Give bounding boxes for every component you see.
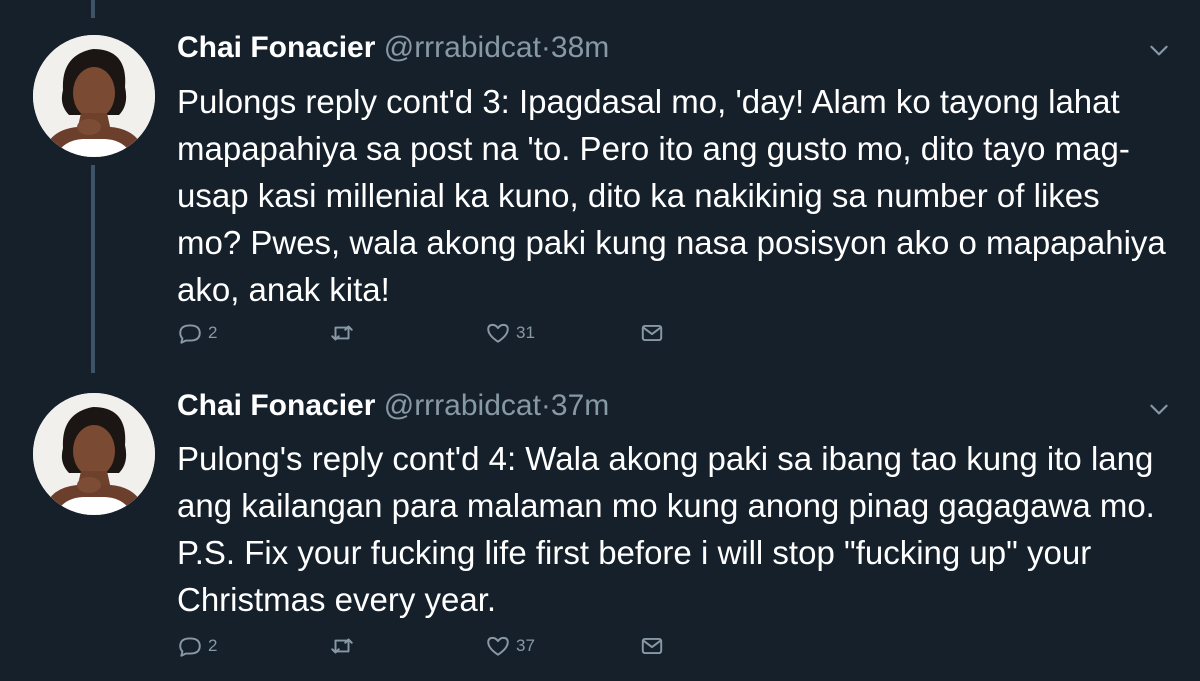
separator-dot: · xyxy=(540,31,551,64)
like-count: 37 xyxy=(516,636,535,655)
tweet[interactable]: Chai Fonacier @rrrabidcat·38m Pulongs re… xyxy=(0,0,1200,380)
like-count: 31 xyxy=(516,323,535,342)
retweet-button[interactable] xyxy=(329,320,360,346)
envelope-icon xyxy=(641,324,663,342)
heart-icon xyxy=(487,636,509,656)
reply-button[interactable]: 2 xyxy=(177,633,217,659)
like-button[interactable]: 31 xyxy=(485,320,535,346)
reply-icon xyxy=(179,637,201,657)
tweet-actions: 2 37 xyxy=(177,633,697,663)
tweet-header: Chai Fonacier @rrrabidcat·37m xyxy=(177,388,609,424)
display-name[interactable]: Chai Fonacier xyxy=(177,31,375,64)
direct-message-button[interactable] xyxy=(639,633,665,659)
chevron-down-icon[interactable] xyxy=(1146,37,1172,63)
retweet-button[interactable] xyxy=(329,633,360,659)
envelope-icon xyxy=(641,637,663,655)
retweet-icon xyxy=(331,638,353,654)
reply-button[interactable]: 2 xyxy=(177,320,217,346)
tweet-text: Pulong's reply cont'd 4: Wala akong paki… xyxy=(177,440,1155,618)
like-button[interactable]: 37 xyxy=(485,633,535,659)
display-name[interactable]: Chai Fonacier xyxy=(177,389,375,422)
tweet-header: Chai Fonacier @rrrabidcat·38m xyxy=(177,30,609,66)
timestamp[interactable]: 38m xyxy=(551,31,609,64)
tweet-text: Pulongs reply cont'd 3: Ipagdasal mo, 'd… xyxy=(177,83,1166,308)
avatar[interactable] xyxy=(33,35,155,157)
user-handle[interactable]: @rrrabidcat xyxy=(384,389,541,422)
reply-count: 2 xyxy=(208,323,218,342)
direct-message-button[interactable] xyxy=(639,320,665,346)
retweet-icon xyxy=(331,325,353,341)
reply-count: 2 xyxy=(208,636,218,655)
heart-icon xyxy=(487,323,509,343)
tweet[interactable]: Chai Fonacier @rrrabidcat·37m Pulong's r… xyxy=(0,380,1200,681)
avatar[interactable] xyxy=(33,393,155,515)
chevron-down-icon[interactable] xyxy=(1146,396,1172,422)
timestamp[interactable]: 37m xyxy=(551,389,609,422)
reply-icon xyxy=(179,324,201,344)
tweet-actions: 2 31 xyxy=(177,320,697,350)
user-handle[interactable]: @rrrabidcat xyxy=(384,31,541,64)
separator-dot: · xyxy=(540,389,551,422)
